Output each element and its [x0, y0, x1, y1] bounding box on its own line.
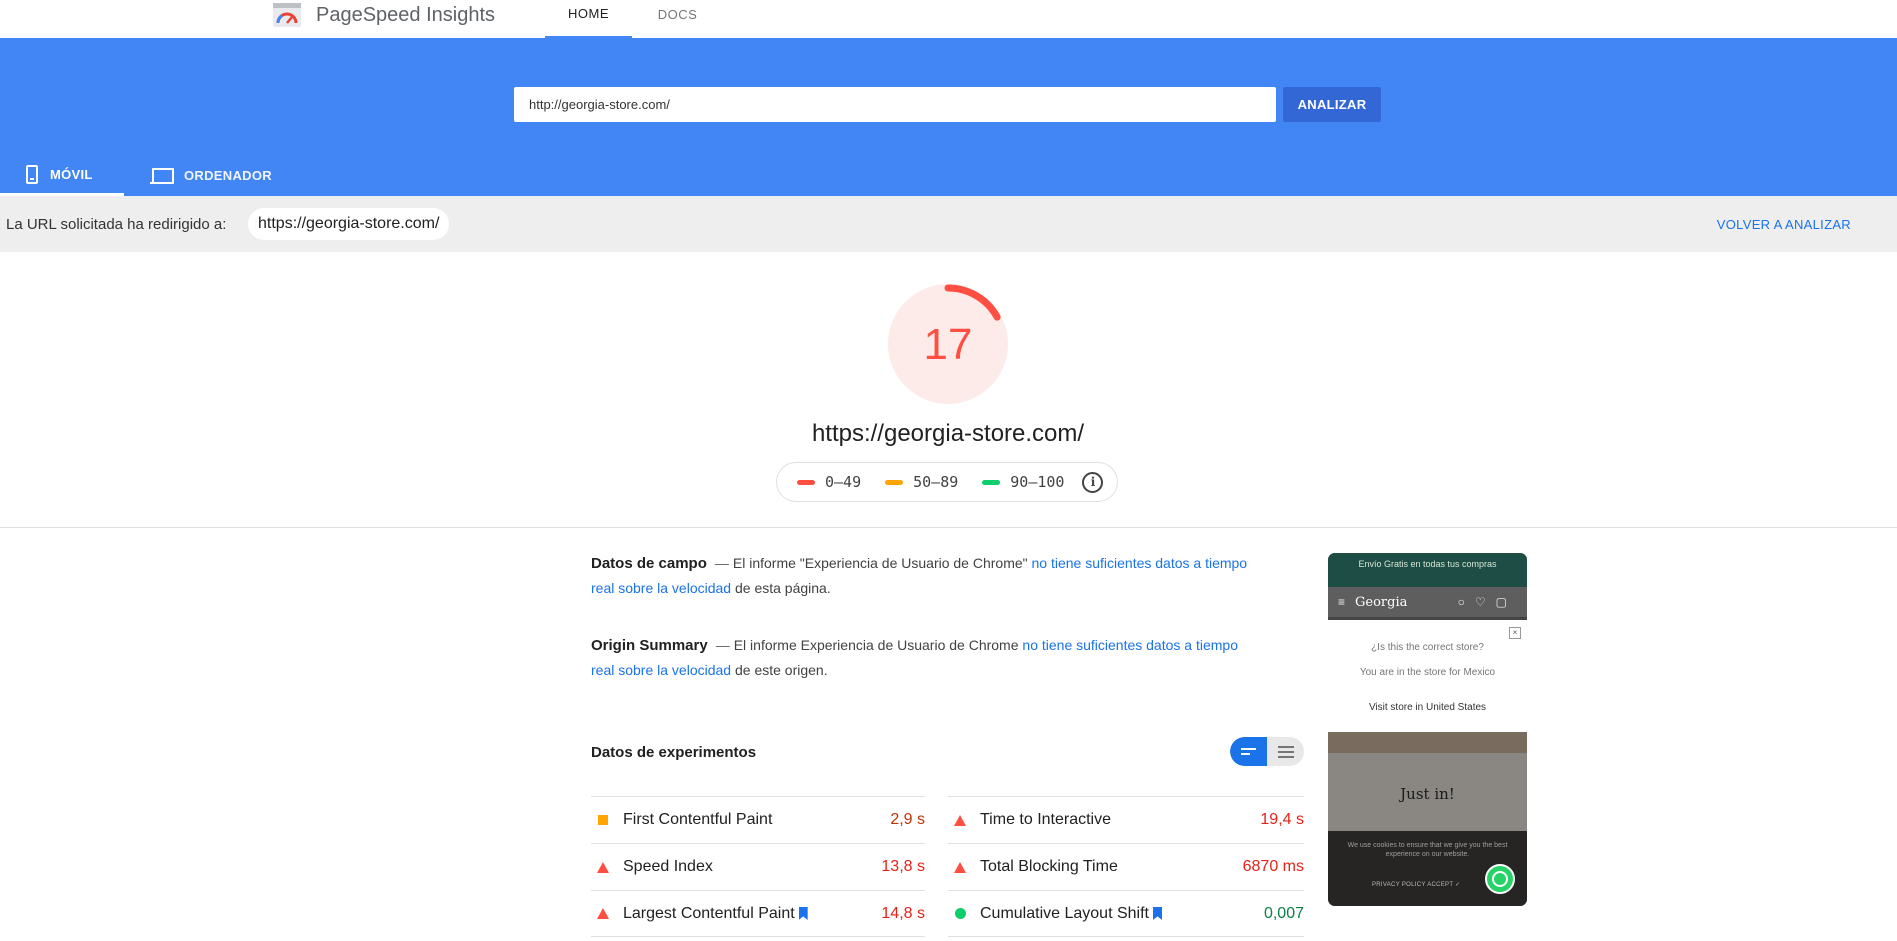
thumb-cookie-links: PRIVACY POLICY ACCEPT ✓: [1372, 882, 1461, 888]
analyzed-url: https://georgia-store.com/: [811, 420, 1085, 447]
thumb-hero-title: Just in!: [1400, 785, 1455, 803]
metric-status-icon: [952, 861, 968, 873]
thumb-modal-question: ¿Is this the correct store?: [1371, 642, 1484, 653]
thumb-store-modal: × ¿Is this the correct store? You are in…: [1328, 620, 1527, 732]
metric-value: 2,9 s: [890, 811, 925, 828]
fail-triangle-icon: [954, 861, 966, 873]
thumb-promo-banner: Envío Gratis en todas tus compras: [1328, 553, 1527, 587]
tab-desktop[interactable]: ORDENADOR: [150, 155, 280, 196]
core-web-vital-bookmark-icon[interactable]: [1152, 907, 1162, 920]
legend-average-range: 50–89: [913, 473, 959, 491]
metric-row: Cumulative Layout Shift 0,007: [948, 890, 1304, 937]
score-legend: 0–49 50–89 90–100 i: [776, 462, 1118, 502]
origin-summary-prefix: El informe Experiencia de Usuario de Chr…: [733, 637, 1019, 653]
redirect-url-chip: https://georgia-store.com/: [248, 208, 450, 240]
metric-row: Largest Contentful Paint 14,8 s: [591, 890, 925, 937]
thumb-cookie-text: We use cookies to ensure that we give yo…: [1347, 842, 1508, 858]
metric-status-icon: [595, 815, 611, 825]
brand-name: PageSpeed Insights: [316, 3, 496, 26]
thumb-menu-icon: ≡: [1338, 595, 1346, 609]
laptop-icon: [150, 167, 174, 184]
origin-summary-section: Origin Summary — El informe Experiencia de…: [591, 633, 1261, 683]
thumb-close-icon: ×: [1509, 627, 1521, 639]
legend-item-average: 50–89: [885, 473, 958, 491]
field-data-heading: Datos de campo: [591, 555, 707, 572]
score-gauge: 17: [888, 284, 1008, 404]
pagespeed-logo-icon: [272, 2, 302, 28]
metric-label: Cumulative Layout Shift: [980, 904, 1149, 922]
metric-row: First Contentful Paint 2,9 s: [591, 796, 925, 843]
section-divider: [0, 527, 1897, 528]
metric-status-icon: [595, 861, 611, 873]
fail-triangle-icon: [597, 908, 609, 919]
page-screenshot-thumbnail: Envío Gratis en todas tus compras ≡ Geor…: [1328, 553, 1527, 906]
metrics-right-column: Time to Interactive 19,4 s Total Blockin…: [948, 796, 1304, 937]
metrics-view-toggle[interactable]: [1230, 737, 1304, 766]
reanalyze-link[interactable]: VOLVER A ANALIZAR: [1717, 196, 1851, 252]
fail-triangle-icon: [597, 861, 609, 873]
brand[interactable]: PageSpeed Insights: [272, 0, 495, 30]
legend-fail-range: 0–49: [825, 473, 862, 491]
thumb-whatsapp-icon: [1485, 864, 1515, 894]
thumb-nav-icons: ○♡▢: [1457, 595, 1517, 609]
redirect-notice: La URL solicitada ha redirigido a: https…: [0, 196, 1897, 252]
field-data-prefix: El informe "Experiencia de Usuario de Ch…: [732, 555, 1028, 571]
score-value: 17: [924, 320, 973, 369]
redirect-text: La URL solicitada ha redirigido a:: [6, 215, 227, 233]
fail-triangle-icon: [954, 814, 966, 826]
legend-item-fail: 0–49: [797, 473, 861, 491]
thumb-site-nav: ≡ Georgia ○♡▢: [1328, 587, 1527, 617]
field-data-section: Datos de campo — El informe "Experiencia d…: [591, 551, 1261, 601]
core-web-vital-bookmark-icon[interactable]: [798, 907, 808, 920]
field-data-suffix: de esta página.: [734, 580, 831, 596]
info-icon[interactable]: i: [1082, 471, 1104, 493]
metric-row: Time to Interactive 19,4 s: [948, 796, 1304, 843]
legend-pass-marker: [982, 479, 1001, 485]
metric-value: 0,007: [1263, 904, 1304, 922]
top-nav: PageSpeed Insights HOME DOCS: [0, 0, 1897, 38]
metrics-left-column: First Contentful Paint 2,9 s Speed Index…: [591, 796, 925, 937]
field-data-dash: —: [714, 555, 729, 571]
tab-mobile-label: MÓVIL: [50, 166, 93, 182]
thumb-modal-link: Visit store in United States: [1368, 702, 1487, 713]
tab-mobile[interactable]: MÓVIL: [0, 155, 124, 196]
metric-row: Speed Index 13,8 s: [591, 843, 925, 890]
origin-summary-dash: —: [715, 637, 730, 653]
summary-view-button[interactable]: [1230, 737, 1267, 766]
metric-value: 13,8 s: [881, 858, 925, 875]
metric-row: Total Blocking Time 6870 ms: [948, 843, 1304, 890]
origin-summary-heading: Origin Summary: [591, 637, 708, 654]
metric-value: 19,4 s: [1260, 811, 1304, 828]
thumb-site-logo: Georgia: [1355, 594, 1408, 610]
url-input[interactable]: [514, 87, 1276, 122]
lab-data-title: Datos de experimentos: [591, 744, 757, 761]
metric-value: 14,8 s: [881, 904, 925, 922]
tab-desktop-label: ORDENADOR: [184, 168, 272, 183]
list-view-button[interactable]: [1267, 737, 1304, 766]
pass-circle-icon: [954, 908, 966, 919]
legend-item-pass: 90–100: [982, 473, 1064, 491]
legend-pass-range: 90–100: [1010, 473, 1065, 491]
metric-status-icon: [952, 814, 968, 826]
metric-label: Largest Contentful Paint: [623, 904, 795, 922]
metric-status-icon: [595, 908, 611, 919]
tab-docs[interactable]: DOCS: [640, 0, 715, 38]
tab-home[interactable]: HOME: [545, 0, 632, 38]
analyze-button[interactable]: ANALIZAR: [1283, 87, 1381, 122]
metric-label: Time to Interactive: [980, 811, 1112, 828]
legend-fail-marker: [797, 479, 815, 485]
metric-label: Speed Index: [623, 858, 713, 875]
thumb-modal-sub: You are in the store for Mexico: [1359, 667, 1496, 678]
metric-label: First Contentful Paint: [623, 811, 773, 828]
search-hero: ANALIZAR MÓVIL ORDENADOR: [0, 38, 1897, 196]
metric-status-icon: [952, 908, 968, 919]
phone-icon: [26, 164, 38, 184]
metric-value: 6870 ms: [1242, 858, 1304, 875]
origin-summary-suffix: de este origen.: [734, 662, 828, 678]
legend-average-marker: [885, 479, 904, 485]
average-square-icon: [598, 815, 608, 825]
metric-label: Total Blocking Time: [980, 858, 1118, 875]
